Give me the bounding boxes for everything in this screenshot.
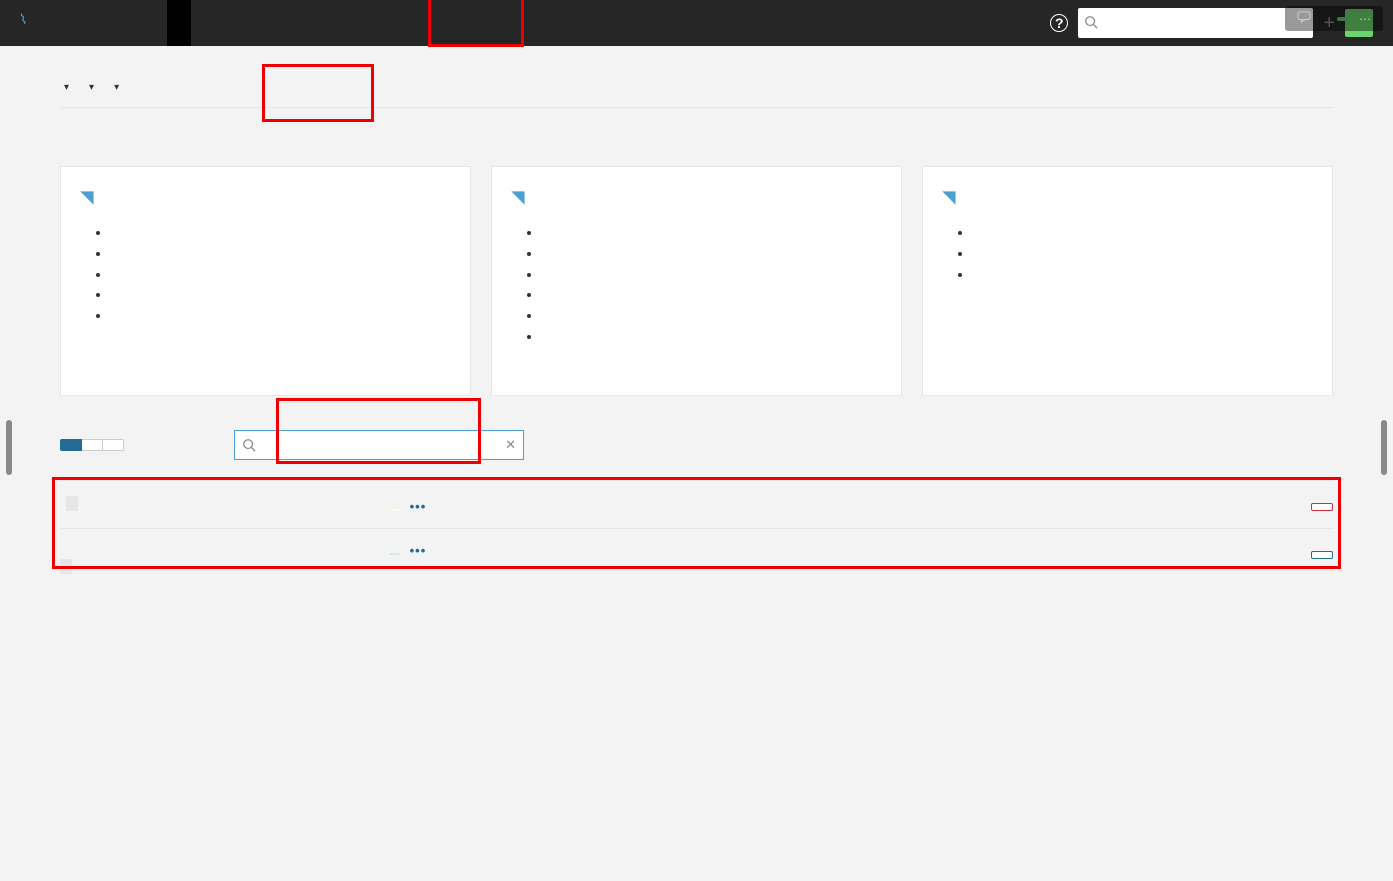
search-icon: [1084, 15, 1098, 32]
plugin-row: •••: [60, 480, 1333, 528]
feature-item: [542, 306, 881, 327]
filter-segmented: [60, 439, 124, 451]
more-icon[interactable]: ⋯: [1353, 10, 1377, 28]
left-scroll-handle[interactable]: [6, 420, 12, 475]
filter-all[interactable]: [60, 439, 82, 451]
edition-card-enterprise: ◥: [491, 166, 902, 396]
nav-admin[interactable]: [167, 0, 191, 46]
logo-wave-icon: ⌇: [18, 10, 29, 28]
nav-qgate[interactable]: [143, 0, 167, 46]
global-search-input[interactable]: [1078, 8, 1313, 38]
feature-item: [973, 244, 1312, 265]
edition-card-developer: ◥: [60, 166, 471, 396]
speech-icon[interactable]: [1291, 9, 1317, 28]
nav-qprofile[interactable]: [119, 0, 143, 46]
feature-item: [542, 327, 881, 348]
caret-icon: ▾: [89, 82, 94, 93]
caption-toolbar: ⋯: [1285, 6, 1383, 31]
feature-list: [943, 223, 1312, 285]
version-badge: [390, 553, 400, 555]
top-navbar: ⌇ ? + ⋯: [0, 0, 1393, 46]
plugin-search-input[interactable]: [234, 430, 524, 460]
global-search[interactable]: [1078, 8, 1313, 38]
plugin-search: ✕: [234, 430, 524, 460]
feature-item: [542, 285, 881, 306]
feature-item: [111, 265, 450, 286]
search-icon: [242, 438, 256, 455]
nav-rules[interactable]: [95, 0, 119, 46]
more-dots-icon[interactable]: •••: [410, 499, 427, 514]
feature-item: [973, 223, 1312, 244]
filter-updates-only[interactable]: [103, 439, 124, 451]
page-body: ▾ ▾ ▾ ◥ ◥: [0, 46, 1393, 611]
feature-item: [542, 265, 881, 286]
caret-icon: ▾: [114, 82, 119, 93]
edition-cards: ◥ ◥: [60, 166, 1333, 396]
plugin-category-badge: [60, 559, 72, 574]
subnav-perms[interactable]: ▾: [85, 82, 94, 99]
logo[interactable]: ⌇: [20, 13, 27, 34]
swoosh-icon: ◥: [512, 187, 524, 207]
feature-item: [542, 223, 881, 244]
edition-card-datacenter: ◥: [922, 166, 1333, 396]
feature-item: [111, 285, 450, 306]
nav-issues[interactable]: [71, 0, 95, 46]
install-button[interactable]: [1311, 551, 1333, 559]
admin-subnav: ▾ ▾ ▾: [60, 82, 1333, 108]
plugin-category-badge: [66, 496, 78, 511]
feature-list: [81, 223, 450, 327]
swoosh-icon: ◥: [943, 187, 955, 207]
more-dots-icon[interactable]: •••: [410, 543, 427, 558]
feature-item: [111, 306, 450, 327]
feature-item: [973, 265, 1312, 286]
nav-projects[interactable]: [47, 0, 71, 46]
subnav-projects[interactable]: ▾: [110, 82, 119, 99]
feature-list: [512, 223, 881, 348]
feature-item: [111, 223, 450, 244]
right-scroll-handle[interactable]: [1381, 420, 1387, 475]
swoosh-icon: ◥: [81, 187, 93, 207]
filter-row: ✕: [60, 430, 1333, 460]
caret-icon: ▾: [64, 82, 69, 93]
clear-icon[interactable]: ✕: [505, 437, 516, 453]
filter-updated[interactable]: [82, 439, 103, 451]
uninstall-button[interactable]: [1311, 503, 1333, 511]
version-badge: [390, 509, 400, 511]
feature-item: [542, 244, 881, 265]
original-button[interactable]: [1337, 17, 1349, 21]
caption-button[interactable]: [1321, 17, 1333, 21]
subnav-config[interactable]: ▾: [60, 82, 69, 99]
feature-item: [111, 244, 450, 265]
annotation-box: [428, 0, 524, 47]
plugin-row: •••: [60, 528, 1333, 591]
help-icon[interactable]: ?: [1050, 14, 1068, 32]
